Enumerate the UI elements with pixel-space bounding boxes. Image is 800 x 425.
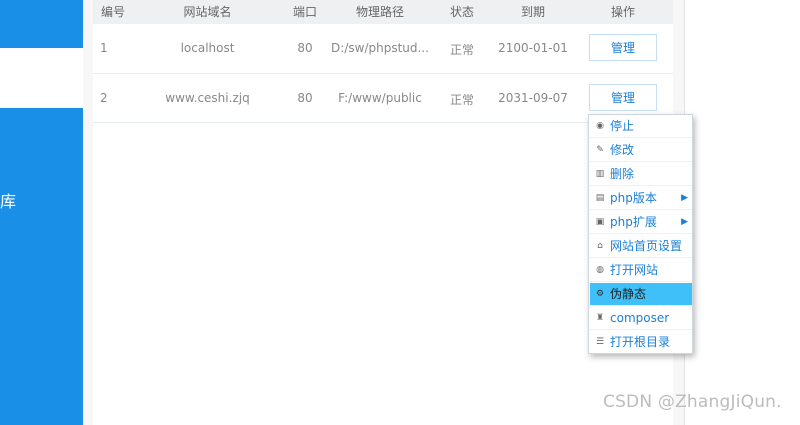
menu-item-pseudo-static[interactable]: ⚙ 伪静态 <box>590 283 692 306</box>
row1-domain: localhost <box>180 41 235 55</box>
context-menu: ◉ 停止 ✎ 修改 ▥ 删除 ▤ php版本 ▶ ▣ php扩展 ▶ ⌂ 网站首… <box>588 114 693 354</box>
row1-id: 1 <box>100 41 108 55</box>
row2-path: F:/www/public <box>338 91 422 105</box>
php-version-icon: ▤ <box>595 193 605 203</box>
col-header-port: 端口 <box>292 5 317 19</box>
composer-icon: ♜ <box>595 313 605 323</box>
submenu-arrow-icon: ▶ <box>681 217 688 227</box>
row1-path: D:/sw/phpstud... <box>331 41 429 55</box>
col-header-action: 操作 <box>610 5 635 19</box>
pencil-icon: ✎ <box>596 145 604 155</box>
row2-expire: 2031-09-07 <box>498 91 568 105</box>
menu-item-php-version[interactable]: ▤ php版本 ▶ <box>590 187 692 210</box>
submenu-arrow-icon: ▶ <box>681 193 688 203</box>
menu-item-stop[interactable]: ◉ 停止 <box>590 115 692 138</box>
menu-item-label: 删除 <box>610 167 635 181</box>
row2-status: 正常 <box>449 93 474 107</box>
sidebar-gap <box>0 48 83 108</box>
globe-icon: ◍ <box>596 265 604 275</box>
col-header-expire: 到期 <box>520 5 545 19</box>
php-extension-icon: ▣ <box>595 217 605 227</box>
menu-item-edit[interactable]: ✎ 修改 <box>590 139 692 162</box>
col-header-status: 状态 <box>449 5 474 19</box>
menu-item-label: php版本 <box>610 191 657 205</box>
row2-domain: www.ceshi.zjq <box>165 91 250 105</box>
list-icon: ☰ <box>595 337 605 347</box>
row1-status: 正常 <box>449 43 474 57</box>
site-table-panel <box>93 0 673 425</box>
trash-icon: ▥ <box>595 169 605 179</box>
menu-item-label: 打开网站 <box>610 263 659 277</box>
gear-icon: ⚙ <box>595 289 605 299</box>
home-icon: ⌂ <box>597 241 603 251</box>
row1-manage-button[interactable]: 管理 <box>589 34 657 61</box>
menu-item-homepage-settings[interactable]: ⌂ 网站首页设置 <box>590 235 692 258</box>
menu-item-delete[interactable]: ▥ 删除 <box>590 163 692 186</box>
sidebar <box>0 108 83 425</box>
col-header-domain: 网站域名 <box>183 5 232 19</box>
menu-item-label: 网站首页设置 <box>610 239 683 253</box>
menu-item-label: 伪静态 <box>610 287 647 301</box>
menu-item-open-root-dir[interactable]: ☰ 打开根目录 <box>590 331 692 354</box>
row2-manage-button[interactable]: 管理 <box>589 84 657 111</box>
col-header-path: 物理路径 <box>355 5 404 19</box>
menu-item-label: 停止 <box>610 119 635 133</box>
row-divider <box>93 73 673 74</box>
stop-icon: ◉ <box>596 121 604 131</box>
sidebar-item-label[interactable]: 库 <box>0 188 16 212</box>
row2-id: 2 <box>100 91 108 105</box>
menu-item-php-extension[interactable]: ▣ php扩展 ▶ <box>590 211 692 234</box>
menu-item-label: composer <box>610 311 670 325</box>
menu-item-open-site[interactable]: ◍ 打开网站 <box>590 259 692 282</box>
row2-port: 80 <box>297 91 313 105</box>
menu-item-label: 打开根目录 <box>610 335 671 349</box>
row-divider <box>93 122 673 123</box>
watermark: CSDN @ZhangJiQun. <box>603 392 782 412</box>
col-header-id: 编号 <box>100 5 125 19</box>
menu-item-label: php扩展 <box>610 215 657 229</box>
sidebar-top-block <box>0 0 83 48</box>
row1-port: 80 <box>297 41 313 55</box>
row1-expire: 2100-01-01 <box>498 41 568 55</box>
menu-item-composer[interactable]: ♜ composer <box>590 307 692 330</box>
menu-item-label: 修改 <box>610 143 635 157</box>
